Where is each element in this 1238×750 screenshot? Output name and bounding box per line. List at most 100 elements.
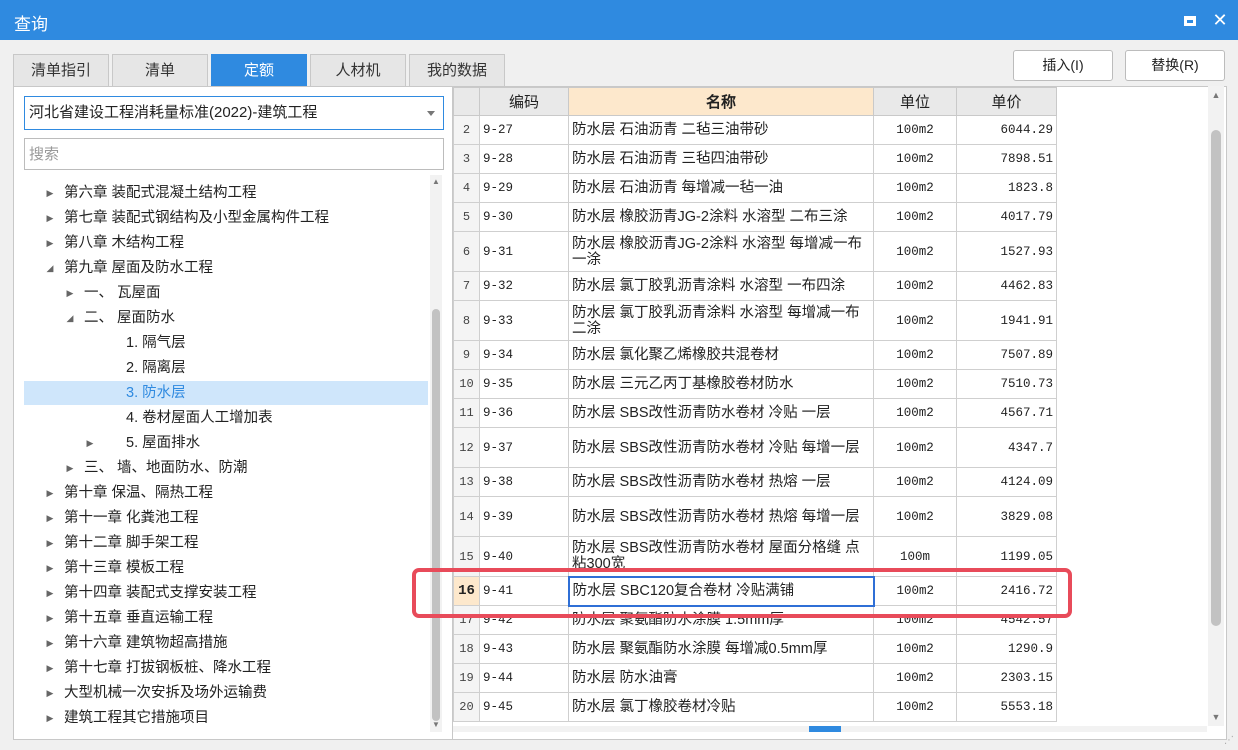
price-header[interactable]: 单价 (956, 87, 1057, 116)
unit-cell[interactable]: 100m2 (873, 300, 957, 341)
table-row[interactable]: 8 9-33 防水层 氯丁胶乳沥青涂料 水溶型 每增减一布二涂 100m2 1941.9… (453, 300, 1209, 341)
tree-scroll-thumb[interactable] (432, 309, 440, 721)
tree-item[interactable]: ▶ 第七章 装配式钢结构及小型金属构件工程 (24, 206, 428, 230)
price-cell[interactable]: 4462.83 (956, 271, 1057, 301)
table-row[interactable]: 17 9-42 防水层 聚氨酯防水涂膜 1.5mm厚 100m2 4542.57 (453, 605, 1209, 635)
expand-icon[interactable]: ▶ (44, 481, 56, 505)
price-cell[interactable]: 4542.57 (956, 605, 1057, 635)
code-cell[interactable]: 9-35 (479, 369, 569, 399)
unit-cell[interactable]: 100m2 (873, 340, 957, 370)
price-cell[interactable]: 3829.08 (956, 496, 1057, 537)
row-number[interactable]: 9 (453, 340, 480, 370)
tree-item[interactable]: ▶ 大型机械一次安拆及场外运输费 (24, 681, 428, 705)
price-cell[interactable]: 7507.89 (956, 340, 1057, 370)
code-cell[interactable]: 9-36 (479, 398, 569, 428)
unit-cell[interactable]: 100m2 (873, 231, 957, 272)
row-number[interactable]: 15 (453, 536, 480, 577)
price-cell[interactable]: 1823.8 (956, 173, 1057, 203)
expand-icon[interactable]: ▶ (44, 506, 56, 530)
table-row[interactable]: 4 9-29 防水层 石油沥青 每增减一毡一油 100m2 1823.8 (453, 173, 1209, 203)
scroll-down-icon[interactable]: ▼ (1211, 712, 1221, 722)
code-cell[interactable]: 9-34 (479, 340, 569, 370)
name-cell[interactable]: 防水层 聚氨酯防水涂膜 1.5mm厚 (568, 605, 874, 635)
expand-icon[interactable]: ▶ (44, 656, 56, 680)
expand-icon[interactable]: ▶ (44, 556, 56, 580)
tree-item[interactable]: 2. 隔离层 (24, 356, 428, 380)
code-cell[interactable]: 9-42 (479, 605, 569, 635)
expand-icon[interactable]: ▶ (44, 631, 56, 655)
tree-item[interactable]: 3. 防水层 (24, 381, 428, 405)
table-row[interactable]: 20 9-45 防水层 氯丁橡胶卷材冷贴 100m2 5553.18 (453, 692, 1209, 722)
tab-bill-guide[interactable]: 清单指引 (13, 54, 109, 86)
tree-scrollbar[interactable]: ▲ ▼ (430, 175, 442, 732)
name-cell[interactable]: 防水层 氯化聚乙烯橡胶共混卷材 (568, 340, 874, 370)
search-input[interactable] (24, 138, 444, 170)
code-cell[interactable]: 9-40 (479, 536, 569, 577)
price-cell[interactable]: 1941.91 (956, 300, 1057, 341)
tree-item[interactable]: ▶ 第十三章 模板工程 (24, 556, 428, 580)
price-cell[interactable]: 4347.7 (956, 427, 1057, 468)
table-row[interactable]: 18 9-43 防水层 聚氨酯防水涂膜 每增减0.5mm厚 100m2 1290.9 (453, 634, 1209, 664)
table-row[interactable]: 19 9-44 防水层 防水油膏 100m2 2303.15 (453, 663, 1209, 693)
unit-cell[interactable]: 100m2 (873, 576, 957, 606)
expand-icon[interactable]: ▶ (44, 206, 56, 230)
table-row[interactable]: 5 9-30 防水层 橡胶沥青JG-2涂料 水溶型 二布三涂 100m2 4017.79 (453, 202, 1209, 232)
unit-cell[interactable]: 100m2 (873, 605, 957, 635)
splitter-handle[interactable] (809, 726, 841, 732)
name-cell[interactable]: 防水层 氯丁胶乳沥青涂料 水溶型 每增减一布二涂 (568, 300, 874, 341)
unit-cell[interactable]: 100m2 (873, 496, 957, 537)
scroll-up-icon[interactable]: ▲ (1211, 90, 1221, 100)
unit-cell[interactable]: 100m2 (873, 692, 957, 722)
tree-item[interactable]: ▶ 5. 屋面排水 (24, 431, 428, 455)
name-header[interactable]: 名称 (568, 87, 874, 116)
unit-cell[interactable]: 100m2 (873, 271, 957, 301)
row-number[interactable]: 13 (453, 467, 480, 497)
table-row[interactable]: 3 9-28 防水层 石油沥青 三毡四油带砂 100m2 7898.51 (453, 144, 1209, 174)
code-cell[interactable]: 9-33 (479, 300, 569, 341)
name-cell[interactable]: 防水层 SBS改性沥青防水卷材 屋面分格缝 点粘300宽 (568, 536, 874, 577)
tree-item[interactable]: ▶ 第十五章 垂直运输工程 (24, 606, 428, 630)
code-cell[interactable]: 9-31 (479, 231, 569, 272)
tree-item[interactable]: ▶ 第十六章 建筑物超高措施 (24, 631, 428, 655)
name-cell[interactable]: 防水层 氯丁橡胶卷材冷贴 (568, 692, 874, 722)
unit-cell[interactable]: 100m2 (873, 144, 957, 174)
price-cell[interactable]: 6044.29 (956, 115, 1057, 145)
unit-cell[interactable]: 100m2 (873, 427, 957, 468)
close-icon[interactable]: ✕ (1208, 8, 1232, 32)
resize-grip-icon[interactable]: ⋰ (1224, 735, 1234, 746)
expand-icon[interactable]: ▶ (44, 581, 56, 605)
tab-quota[interactable]: 定额 (211, 54, 307, 86)
unit-cell[interactable]: 100m (873, 536, 957, 577)
name-cell[interactable]: 防水层 石油沥青 二毡三油带砂 (568, 115, 874, 145)
name-cell[interactable]: 防水层 氯丁胶乳沥青涂料 水溶型 一布四涂 (568, 271, 874, 301)
unit-cell[interactable]: 100m2 (873, 173, 957, 203)
row-number[interactable]: 5 (453, 202, 480, 232)
tree-item[interactable]: ▶ 三、 墙、地面防水、防潮 (24, 456, 428, 480)
name-cell[interactable]: 防水层 三元乙丙丁基橡胶卷材防水 (568, 369, 874, 399)
tab-my-data[interactable]: 我的数据 (409, 54, 505, 86)
horizontal-scrollbar[interactable] (453, 726, 1207, 732)
table-row[interactable]: 9 9-34 防水层 氯化聚乙烯橡胶共混卷材 100m2 7507.89 (453, 340, 1209, 370)
tree-item[interactable]: ▶ 第十章 保温、隔热工程 (24, 481, 428, 505)
code-cell[interactable]: 9-44 (479, 663, 569, 693)
tree-item[interactable]: ▶ 第十二章 脚手架工程 (24, 531, 428, 555)
unit-cell[interactable]: 100m2 (873, 663, 957, 693)
tree-item[interactable]: ◢ 第九章 屋面及防水工程 (24, 256, 428, 280)
tree-item[interactable]: ▶ 第六章 装配式混凝土结构工程 (24, 181, 428, 205)
unit-cell[interactable]: 100m2 (873, 115, 957, 145)
code-header[interactable]: 编码 (479, 87, 569, 116)
insert-button[interactable]: 插入(I) (1013, 50, 1113, 81)
code-cell[interactable]: 9-27 (479, 115, 569, 145)
price-cell[interactable]: 5553.18 (956, 692, 1057, 722)
row-number[interactable]: 3 (453, 144, 480, 174)
name-cell[interactable]: 防水层 SBC120复合卷材 冷贴满铺 (567, 575, 875, 607)
tree-item[interactable]: ▶ 建筑工程其它措施项目 (24, 706, 428, 730)
row-number[interactable]: 18 (453, 634, 480, 664)
replace-button[interactable]: 替换(R) (1125, 50, 1225, 81)
tree-item[interactable]: ▶ 第十七章 打拔钢板桩、降水工程 (24, 656, 428, 680)
standard-select[interactable]: 河北省建设工程消耗量标准(2022)-建筑工程 (24, 96, 444, 130)
table-row[interactable]: 16 9-41 防水层 SBC120复合卷材 冷贴满铺 100m2 2416.72 (453, 575, 1209, 607)
table-row[interactable]: 15 9-40 防水层 SBS改性沥青防水卷材 屋面分格缝 点粘300宽 100m 11… (453, 536, 1209, 577)
name-cell[interactable]: 防水层 石油沥青 每增减一毡一油 (568, 173, 874, 203)
tree-item[interactable]: ▶ 第八章 木结构工程 (24, 231, 428, 255)
